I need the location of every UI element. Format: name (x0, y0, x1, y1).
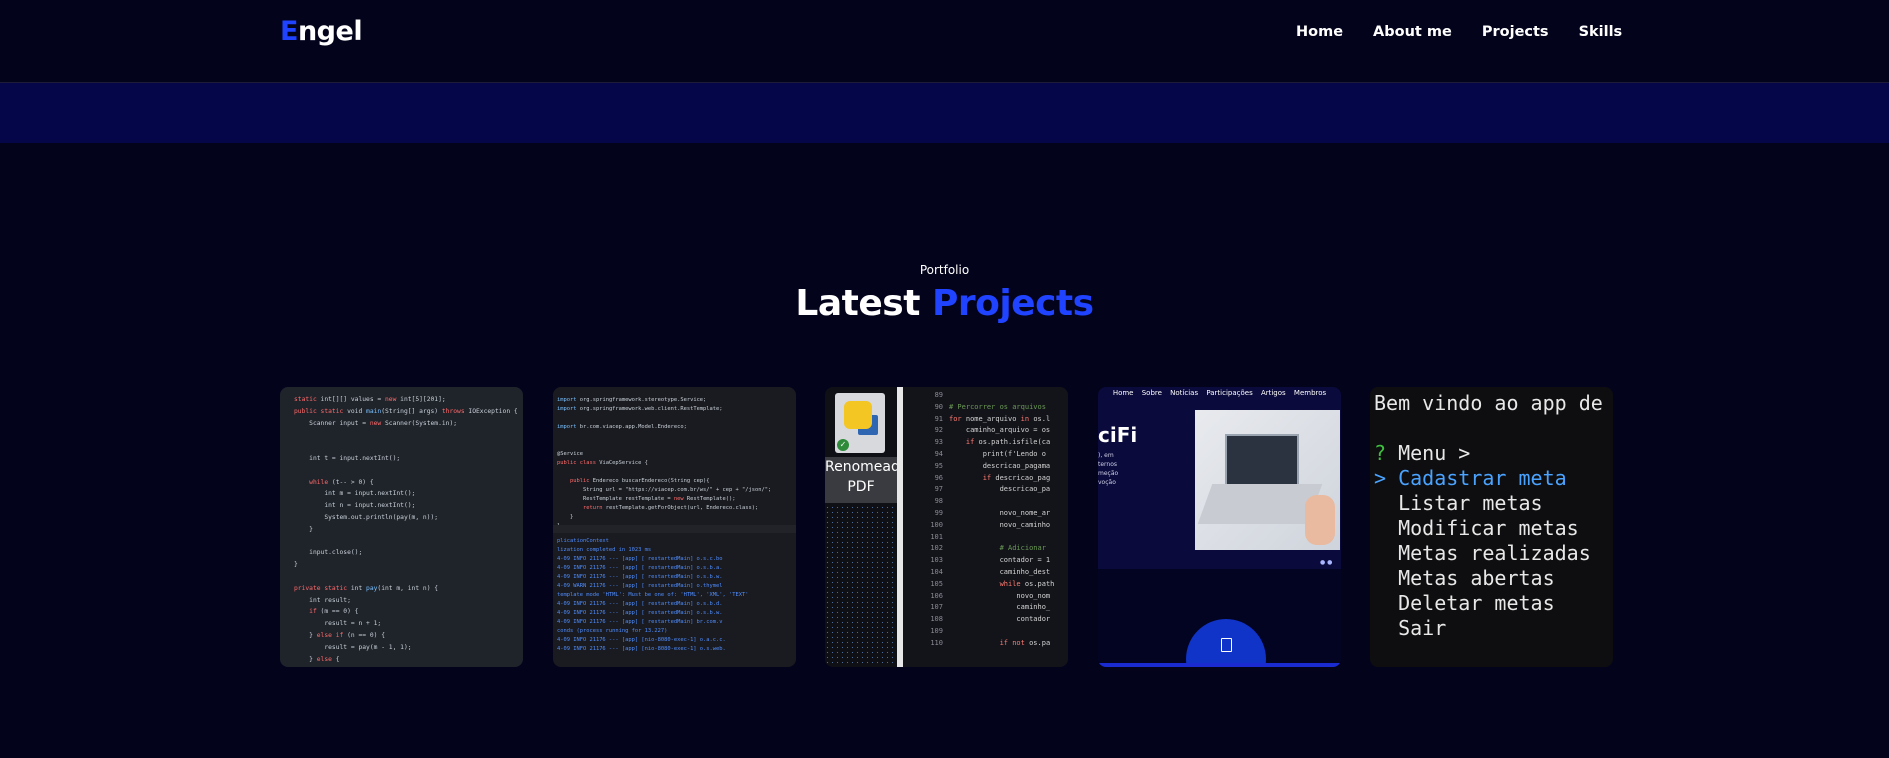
terminal-line: Bem vindo ao app de (1374, 391, 1603, 415)
check-icon: ✓ (837, 439, 849, 451)
document-icon (1221, 638, 1232, 652)
project-card-java[interactable]: static int[][] values = new int[5][201];… (280, 387, 523, 667)
terminal-line: Listar metas (1374, 491, 1543, 515)
project-card-website[interactable]: Home Sobre Notícias Participações Artigo… (1098, 387, 1341, 667)
line-numbers: 89 90 91 92 93 94 95 96 97 98 99 100 101… (930, 391, 943, 647)
project-java-code-image: static int[][] values = new int[5][201];… (294, 396, 518, 663)
terminal-line-selected: > Cadastrar meta (1374, 466, 1567, 490)
logo-first-letter: E (280, 16, 298, 47)
terminal-line: Metas abertas (1374, 566, 1555, 590)
site-nav-item: Membros (1293, 389, 1327, 397)
site-brand: ciFi (1098, 423, 1138, 447)
navbar: Engel Home About me Projects Skills (0, 0, 1889, 83)
terminal-line: Menu > (1398, 441, 1471, 465)
section-title-main: Latest (795, 283, 932, 324)
explorer-pane: ✓ Renomead PDF (825, 387, 900, 667)
terminal-line: Deletar metas (1374, 591, 1555, 615)
site-nav-item: Home (1112, 389, 1134, 397)
project-card-terminal-app[interactable]: Bem vindo ao app de ? Menu > > Cadastrar… (1370, 387, 1613, 667)
nav-link-skills[interactable]: Skills (1579, 24, 1623, 40)
laptop-icon (1225, 434, 1299, 486)
terminal-line: Sair (1374, 616, 1447, 640)
nav-link-about[interactable]: About me (1373, 24, 1452, 40)
pane-separator (897, 387, 903, 667)
site-nav-item: Sobre (1141, 389, 1162, 397)
site-nav-item: Notícias (1170, 389, 1199, 397)
python-code-image: # Percorrer os arquivos for nome_arquivo… (949, 402, 1055, 647)
python-file-icon: ✓ (835, 393, 885, 453)
project-spring-code-image: import org.springframework.stereotype.Se… (557, 397, 772, 529)
carousel-dots: ● ● (1320, 559, 1333, 566)
terminal-line: Metas realizadas (1374, 541, 1591, 565)
terminal-divider (553, 525, 796, 533)
site-nav-item: Participações (1206, 389, 1253, 397)
project-card-spring[interactable]: import org.springframework.stereotype.Se… (553, 387, 796, 667)
project-spring-log-image: plicationContext lization completed in 1… (557, 538, 749, 652)
file-label: Renomead PDF (825, 457, 900, 503)
logo[interactable]: Engel (280, 16, 363, 47)
nav-links: Home About me Projects Skills (1296, 24, 1652, 40)
hero-banner (0, 83, 1889, 143)
site-blurb: ), em ternos meção voção (1098, 452, 1119, 486)
background-pattern (825, 505, 897, 665)
section-title-accent: Projects (931, 283, 1094, 324)
project-card-pdf-renamer[interactable]: ✓ Renomead PDF 89 90 91 92 93 94 95 96 9… (825, 387, 1068, 667)
logo-rest: ngel (297, 16, 363, 47)
terminal-line: Modificar metas (1374, 516, 1579, 540)
accent-bar (1098, 663, 1341, 667)
site-nav-item: Artigos (1260, 389, 1286, 397)
projects-gallery: static int[][] values = new int[5][201];… (280, 387, 1613, 667)
nav-link-home[interactable]: Home (1296, 24, 1343, 40)
laptop-photo (1195, 410, 1340, 550)
section-title: Latest Projects (0, 283, 1889, 324)
nav-link-projects[interactable]: Projects (1482, 24, 1549, 40)
section-label: Portfolio (919, 263, 970, 277)
terminal-output: Bem vindo ao app de ? Menu > > Cadastrar… (1374, 391, 1603, 640)
site-nav: Home Sobre Notícias Participações Artigo… (1098, 387, 1341, 399)
